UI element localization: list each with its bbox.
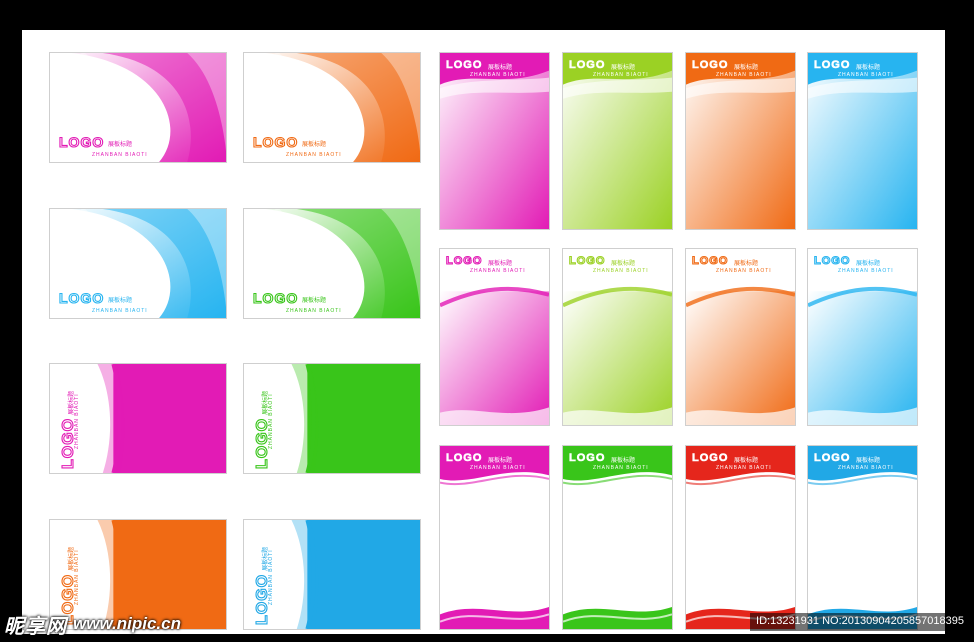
board-title-pinyin: ZHANBAN BIAOTI bbox=[92, 308, 148, 314]
board-title-cn: 展板标题 bbox=[488, 261, 513, 267]
card-background bbox=[808, 286, 917, 425]
logo-text: LOGO bbox=[692, 452, 729, 465]
board-title-cn: 展板标题 bbox=[611, 458, 636, 464]
template-card-11: LOGO 展板标题 ZHANBAN BIAOTI bbox=[685, 52, 796, 230]
card-background bbox=[808, 53, 917, 229]
board-title-cn: 展板标题 bbox=[488, 458, 513, 464]
template-card-20: LOGO 展板标题 ZHANBAN BIAOTI bbox=[807, 445, 918, 630]
template-card-18: LOGO 展板标题 ZHANBAN BIAOTI bbox=[562, 445, 673, 630]
board-title-pinyin: ZHANBAN BIAOTI bbox=[593, 268, 649, 274]
logo-text: LOGO bbox=[814, 452, 851, 465]
template-card-3: LOGO 展板标题 ZHANBAN BIAOTI bbox=[49, 208, 227, 319]
board-title-pinyin: ZHANBAN BIAOTI bbox=[74, 549, 80, 605]
board-title-pinyin: ZHANBAN BIAOTI bbox=[716, 465, 772, 471]
board-title-cn: 展板标题 bbox=[302, 142, 327, 148]
template-card-19: LOGO 展板标题 ZHANBAN BIAOTI bbox=[685, 445, 796, 630]
logo-text: LOGO bbox=[569, 452, 606, 465]
board-title-cn: 展板标题 bbox=[856, 261, 881, 267]
card-background bbox=[440, 286, 549, 425]
board-title-cn: 展板标题 bbox=[108, 298, 133, 304]
board-title-cn: 展板标题 bbox=[302, 298, 327, 304]
card-background bbox=[808, 446, 917, 629]
template-card-14: LOGO 展板标题 ZHANBAN BIAOTI bbox=[562, 248, 673, 426]
board-title-pinyin: ZHANBAN BIAOTI bbox=[838, 268, 894, 274]
template-card-8: LOGO展板标题 ZHANBAN BIAOTI bbox=[243, 519, 421, 630]
board-title-cn: 展板标题 bbox=[611, 261, 636, 267]
card-background bbox=[440, 53, 549, 229]
logo-text: LOGO bbox=[691, 254, 729, 267]
template-card-6: LOGO展板标题 ZHANBAN BIAOTI bbox=[243, 363, 421, 474]
template-card-5: LOGO展板标题 ZHANBAN BIAOTI bbox=[49, 363, 227, 474]
template-card-13: LOGO 展板标题 ZHANBAN BIAOTI bbox=[439, 248, 550, 426]
card-background bbox=[686, 53, 795, 229]
template-sheet: LOGO 展板标题 ZHANBAN BIAOTI LOGO 展板标题 ZHANBAN BI… bbox=[22, 30, 945, 634]
board-title-pinyin: ZHANBAN BIAOTI bbox=[74, 393, 80, 449]
logo-text: LOGO bbox=[568, 254, 606, 267]
card-background bbox=[686, 446, 795, 629]
card-background bbox=[563, 53, 672, 229]
watermark-site-name: 昵享网 bbox=[4, 615, 67, 638]
template-card-4: LOGO 展板标题 ZHANBAN BIAOTI bbox=[243, 208, 421, 319]
template-card-2: LOGO 展板标题 ZHANBAN BIAOTI bbox=[243, 52, 421, 163]
board-title-pinyin: ZHANBAN BIAOTI bbox=[268, 393, 274, 449]
board-title-pinyin: ZHANBAN BIAOTI bbox=[838, 465, 894, 471]
board-title-pinyin: ZHANBAN BIAOTI bbox=[286, 152, 342, 158]
logo-text: LOGO bbox=[252, 289, 299, 306]
board-title-pinyin: ZHANBAN BIAOTI bbox=[716, 268, 772, 274]
board-title-pinyin: ZHANBAN BIAOTI bbox=[470, 465, 526, 471]
card-background bbox=[440, 446, 549, 629]
logo-text: LOGO bbox=[569, 59, 606, 72]
board-title-pinyin: ZHANBAN BIAOTI bbox=[838, 72, 894, 78]
board-title-pinyin: ZHANBAN BIAOTI bbox=[92, 152, 148, 158]
logo-text: LOGO bbox=[58, 289, 105, 306]
template-card-15: LOGO 展板标题 ZHANBAN BIAOTI bbox=[685, 248, 796, 426]
board-title-cn: 展板标题 bbox=[611, 65, 636, 71]
image-canvas: LOGO 展板标题 ZHANBAN BIAOTI LOGO 展板标题 ZHANBAN BI… bbox=[0, 0, 974, 642]
board-title-pinyin: ZHANBAN BIAOTI bbox=[593, 72, 649, 78]
vertical-logo-group: LOGO展板标题 ZHANBAN BIAOTI bbox=[253, 547, 274, 626]
template-card-1: LOGO 展板标题 ZHANBAN BIAOTI bbox=[49, 52, 227, 163]
board-title-pinyin: ZHANBAN BIAOTI bbox=[470, 268, 526, 274]
board-title-cn: 展板标题 bbox=[856, 65, 881, 71]
logo-text: LOGO bbox=[445, 254, 483, 267]
logo-text: LOGO bbox=[58, 133, 105, 150]
logo-text: LOGO bbox=[252, 133, 299, 150]
logo-text: LOGO bbox=[814, 59, 851, 72]
watermark-id: ID:13231931 NO:20130904205857018395 bbox=[750, 613, 970, 631]
template-card-10: LOGO 展板标题 ZHANBAN BIAOTI bbox=[562, 52, 673, 230]
logo-text: LOGO bbox=[813, 254, 851, 267]
board-title-pinyin: ZHANBAN BIAOTI bbox=[268, 549, 274, 605]
template-card-16: LOGO 展板标题 ZHANBAN BIAOTI bbox=[807, 248, 918, 426]
board-title-pinyin: ZHANBAN BIAOTI bbox=[593, 465, 649, 471]
logo-text: LOGO bbox=[446, 59, 483, 72]
template-card-17: LOGO 展板标题 ZHANBAN BIAOTI bbox=[439, 445, 550, 630]
board-title-cn: 展板标题 bbox=[488, 65, 513, 71]
card-background bbox=[563, 286, 672, 425]
template-card-12: LOGO 展板标题 ZHANBAN BIAOTI bbox=[807, 52, 918, 230]
template-card-9: LOGO 展板标题 ZHANBAN BIAOTI bbox=[439, 52, 550, 230]
board-title-cn: 展板标题 bbox=[108, 142, 133, 148]
board-title-cn: 展板标题 bbox=[734, 65, 759, 71]
vertical-logo-group: LOGO展板标题 ZHANBAN BIAOTI bbox=[59, 391, 80, 470]
card-background bbox=[563, 446, 672, 629]
watermark-url: www.nipic.cn bbox=[73, 614, 181, 633]
card-background bbox=[686, 286, 795, 425]
board-title-pinyin: ZHANBAN BIAOTI bbox=[470, 72, 526, 78]
board-title-cn: 展板标题 bbox=[734, 458, 759, 464]
watermark-site: 昵享网 www.nipic.cn bbox=[4, 612, 181, 638]
board-title-pinyin: ZHANBAN BIAOTI bbox=[286, 308, 342, 314]
board-title-cn: 展板标题 bbox=[734, 261, 759, 267]
board-title-pinyin: ZHANBAN BIAOTI bbox=[716, 72, 772, 78]
logo-text: LOGO bbox=[692, 59, 729, 72]
board-title-cn: 展板标题 bbox=[856, 458, 881, 464]
logo-text: LOGO bbox=[446, 452, 483, 465]
vertical-logo-group: LOGO展板标题 ZHANBAN BIAOTI bbox=[253, 391, 274, 470]
